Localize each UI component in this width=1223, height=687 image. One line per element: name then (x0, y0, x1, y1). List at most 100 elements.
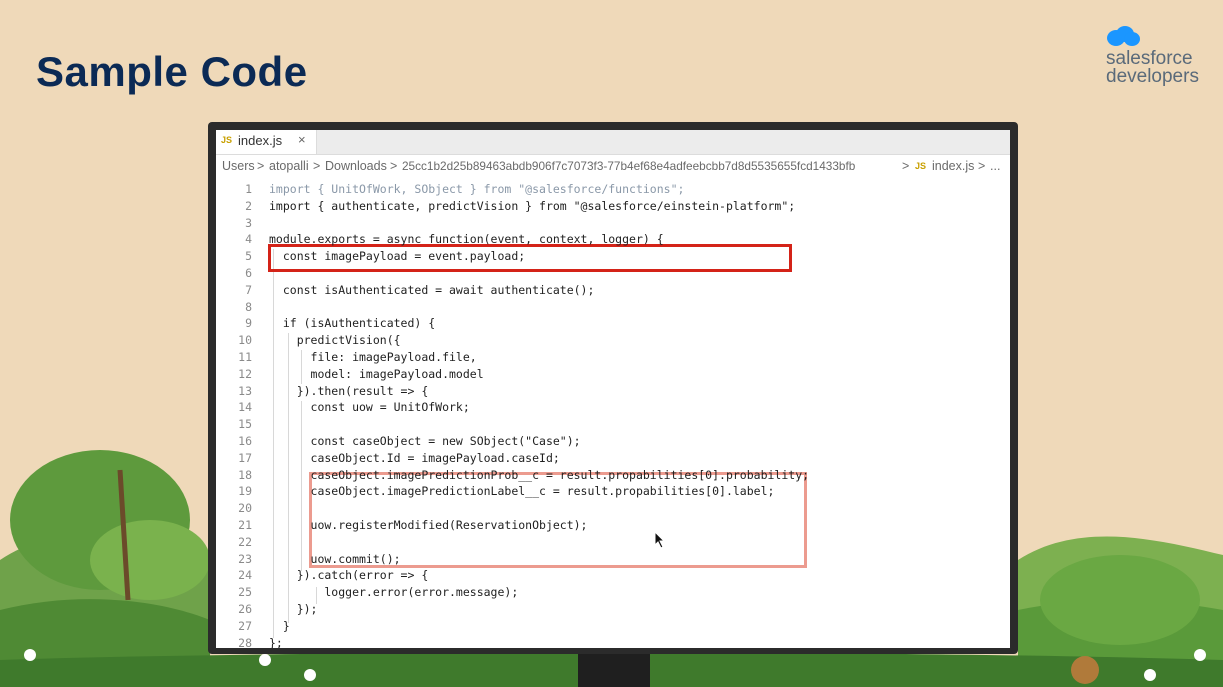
line-number: 7 (245, 282, 252, 297)
line-number: 22 (238, 534, 252, 549)
line-number: 8 (245, 299, 252, 314)
code-line[interactable]: 1 import { UnitOfWork, SObject } from "@s… (216, 181, 1010, 198)
code-text: }).then(result => { (269, 383, 429, 398)
code-text: const caseObject = new SObject("Case"); (269, 434, 581, 448)
code-text: caseObject.imagePredictionProb__c = resu… (269, 467, 810, 482)
line-number: 21 (238, 518, 252, 532)
line-number: 12 (238, 366, 252, 381)
breadcrumb-separator: > (390, 159, 398, 173)
code-line[interactable]: 27 } (216, 618, 1010, 635)
line-number: 5 (245, 249, 252, 264)
code-text: uow.commit(); (269, 551, 401, 566)
line-number: 25 (238, 585, 252, 600)
code-text: import { UnitOfWork, SObject } from "@sa… (269, 182, 685, 196)
code-line[interactable]: 6 (216, 265, 1010, 282)
breadcrumb: Users > atopalli > Downloads > 25cc1b2d2… (216, 154, 1010, 176)
code-text: model: imagePayload.model (269, 366, 484, 381)
code-line[interactable]: 2 import { authenticate, predictVision } … (216, 198, 1010, 215)
code-line[interactable]: 8 (216, 299, 1010, 316)
code-text: logger.error(error.message); (269, 585, 519, 600)
line-number: 15 (238, 417, 252, 432)
salesforce-developers-logo: salesforce developers (1104, 26, 1208, 90)
code-line[interactable]: 28}; (216, 635, 1010, 648)
code-text: module.exports = async function(event, c… (269, 232, 664, 247)
code-line[interactable]: 15 (216, 416, 1010, 433)
code-editor-window: JS index.js × Users > atopalli > Downloa… (216, 130, 1010, 648)
code-text: if (isAuthenticated) { (269, 316, 436, 331)
line-number: 18 (238, 467, 252, 482)
code-text: const imagePayload = event.payload; (269, 249, 526, 264)
close-icon[interactable]: × (298, 132, 306, 147)
code-line[interactable]: 22 (216, 534, 1010, 551)
code-line[interactable]: 21 uow.registerModified(ReservationObjec… (216, 517, 1010, 534)
mouse-pointer-icon (654, 531, 666, 549)
tab-label: index.js (238, 133, 283, 148)
line-number: 9 (245, 316, 252, 331)
code-line[interactable]: 10 predictVision({ (216, 332, 1010, 349)
code-text: }).catch(error => { (269, 568, 429, 583)
breadcrumb-folder[interactable]: 25cc1b2d25b89463abdb906f7c7073f3-77b4ef6… (402, 159, 855, 173)
breadcrumb-separator: > (978, 159, 986, 173)
editor-tab-bar: JS index.js × (216, 130, 1010, 155)
code-text: const isAuthenticated = await authentica… (269, 282, 595, 297)
logo-text-developers: developers (1106, 66, 1199, 87)
line-number: 2 (245, 198, 252, 213)
line-number: 13 (238, 383, 252, 398)
code-text: const uow = UnitOfWork; (269, 400, 470, 415)
code-text: caseObject.imagePredictionLabel__c = res… (269, 484, 775, 499)
code-line[interactable]: 14 const uow = UnitOfWork; (216, 399, 1010, 416)
code-line[interactable]: 4 module.exports = async function(event, … (216, 231, 1010, 248)
line-number: 3 (245, 215, 252, 230)
code-line[interactable]: 16 const caseObject = new SObject("Case"… (216, 433, 1010, 450)
line-number: 27 (238, 618, 252, 633)
code-line[interactable]: 25 logger.error(error.message); (216, 584, 1010, 601)
code-text: predictVision({ (269, 333, 401, 348)
code-line[interactable]: 18 caseObject.imagePredictionProb__c = r… (216, 467, 1010, 484)
code-line[interactable]: 24 }).catch(error => { (216, 567, 1010, 584)
code-line[interactable]: 20 (216, 500, 1010, 517)
code-text: }; (269, 635, 283, 648)
breadcrumb-user[interactable]: atopalli (269, 159, 309, 173)
breadcrumb-separator: > (257, 159, 265, 173)
line-number: 1 (245, 182, 252, 196)
line-number: 11 (238, 350, 252, 364)
slide-title: Sample Code (36, 48, 308, 95)
code-line[interactable]: 5 const imagePayload = event.payload; (216, 248, 1010, 265)
line-number: 26 (238, 602, 252, 616)
breadcrumb-downloads[interactable]: Downloads (325, 159, 387, 173)
code-line[interactable]: 12 model: imagePayload.model (216, 366, 1010, 383)
code-line[interactable]: 19 caseObject.imagePredictionLabel__c = … (216, 483, 1010, 500)
line-number: 23 (238, 551, 252, 566)
code-line[interactable]: 9 if (isAuthenticated) { (216, 315, 1010, 332)
code-text: uow.registerModified(ReservationObject); (269, 518, 588, 532)
breadcrumb-separator: > (902, 159, 910, 173)
line-number: 24 (238, 568, 252, 583)
line-number: 19 (238, 484, 252, 499)
code-line[interactable]: 7 const isAuthenticated = await authenti… (216, 282, 1010, 299)
code-text: caseObject.Id = imagePayload.caseId; (269, 450, 560, 465)
monitor: JS index.js × Users > atopalli > Downloa… (208, 122, 1018, 654)
code-line[interactable]: 13 }).then(result => { (216, 383, 1010, 400)
code-text: } (269, 618, 290, 633)
breadcrumb-more[interactable]: ... (990, 159, 1000, 173)
salesforce-cloud-icon (1107, 26, 1140, 46)
line-number: 16 (238, 434, 252, 448)
line-number: 14 (238, 400, 252, 415)
javascript-file-icon: JS (915, 161, 927, 171)
code-text: }); (269, 602, 318, 616)
line-number: 10 (238, 333, 252, 348)
breadcrumb-separator: > (313, 159, 321, 173)
code-line[interactable]: 3 (216, 215, 1010, 232)
breadcrumb-file[interactable]: index.js (932, 159, 974, 173)
breadcrumb-users[interactable]: Users (222, 159, 255, 173)
code-line[interactable]: 17 caseObject.Id = imagePayload.caseId; (216, 450, 1010, 467)
javascript-file-icon: JS (221, 135, 233, 145)
line-number: 4 (245, 232, 252, 247)
tab-index-js[interactable]: JS index.js × (216, 130, 317, 154)
monitor-stand (578, 654, 650, 687)
code-line[interactable]: 23 uow.commit(); (216, 551, 1010, 568)
line-number: 6 (245, 266, 252, 280)
code-line[interactable]: 26 }); (216, 601, 1010, 618)
code-line[interactable]: 11 file: imagePayload.file, (216, 349, 1010, 366)
line-number: 28 (238, 635, 252, 648)
